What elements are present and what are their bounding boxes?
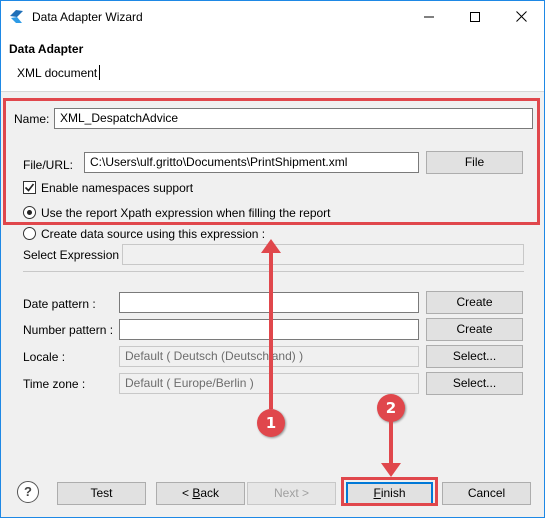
- marker-1: 1: [257, 409, 285, 437]
- select-expression-label: Select Expression :: [23, 248, 126, 262]
- date-pattern-label: Date pattern :: [23, 297, 96, 311]
- radio-datasource-label: Create data source using this expression…: [41, 227, 266, 241]
- close-icon: [515, 11, 527, 22]
- help-icon[interactable]: ?: [17, 481, 39, 503]
- back-button[interactable]: < Back: [156, 482, 245, 505]
- highlight-box-settings: [3, 98, 540, 225]
- marker-2: 2: [377, 394, 405, 422]
- test-button[interactable]: Test: [57, 482, 146, 505]
- select-expression-input[interactable]: [122, 244, 524, 265]
- maximize-icon: [470, 11, 480, 22]
- window-title: Data Adapter Wizard: [32, 10, 143, 24]
- date-create-button[interactable]: Create: [426, 291, 523, 314]
- number-pattern-label: Number pattern :: [23, 323, 114, 337]
- title-bar: Data Adapter Wizard: [1, 1, 544, 32]
- wizard-window: Data Adapter Wizard Data Adapter XML doc…: [0, 0, 545, 518]
- close-button[interactable]: [498, 1, 544, 32]
- highlight-box-finish: [341, 477, 438, 506]
- timezone-label: Time zone :: [23, 377, 86, 391]
- timezone-select-button[interactable]: Select...: [426, 372, 523, 395]
- page-title: Data Adapter: [9, 42, 84, 56]
- number-create-button[interactable]: Create: [426, 318, 523, 341]
- arrow-down-icon: [381, 421, 401, 477]
- minimize-icon: [424, 16, 434, 17]
- arrow-up-icon: [261, 239, 281, 409]
- page-subtitle: XML document: [17, 66, 98, 80]
- app-logo-icon: [10, 10, 23, 23]
- cancel-button[interactable]: Cancel: [442, 482, 531, 505]
- next-button[interactable]: Next >: [247, 482, 336, 505]
- locale-select-button[interactable]: Select...: [426, 345, 523, 368]
- minimize-button[interactable]: [406, 1, 452, 32]
- radio-datasource[interactable]: [23, 227, 36, 240]
- wizard-header: Data Adapter XML document: [1, 32, 544, 92]
- locale-label: Locale :: [23, 350, 66, 364]
- maximize-button[interactable]: [452, 1, 498, 32]
- text-caret: [99, 65, 100, 80]
